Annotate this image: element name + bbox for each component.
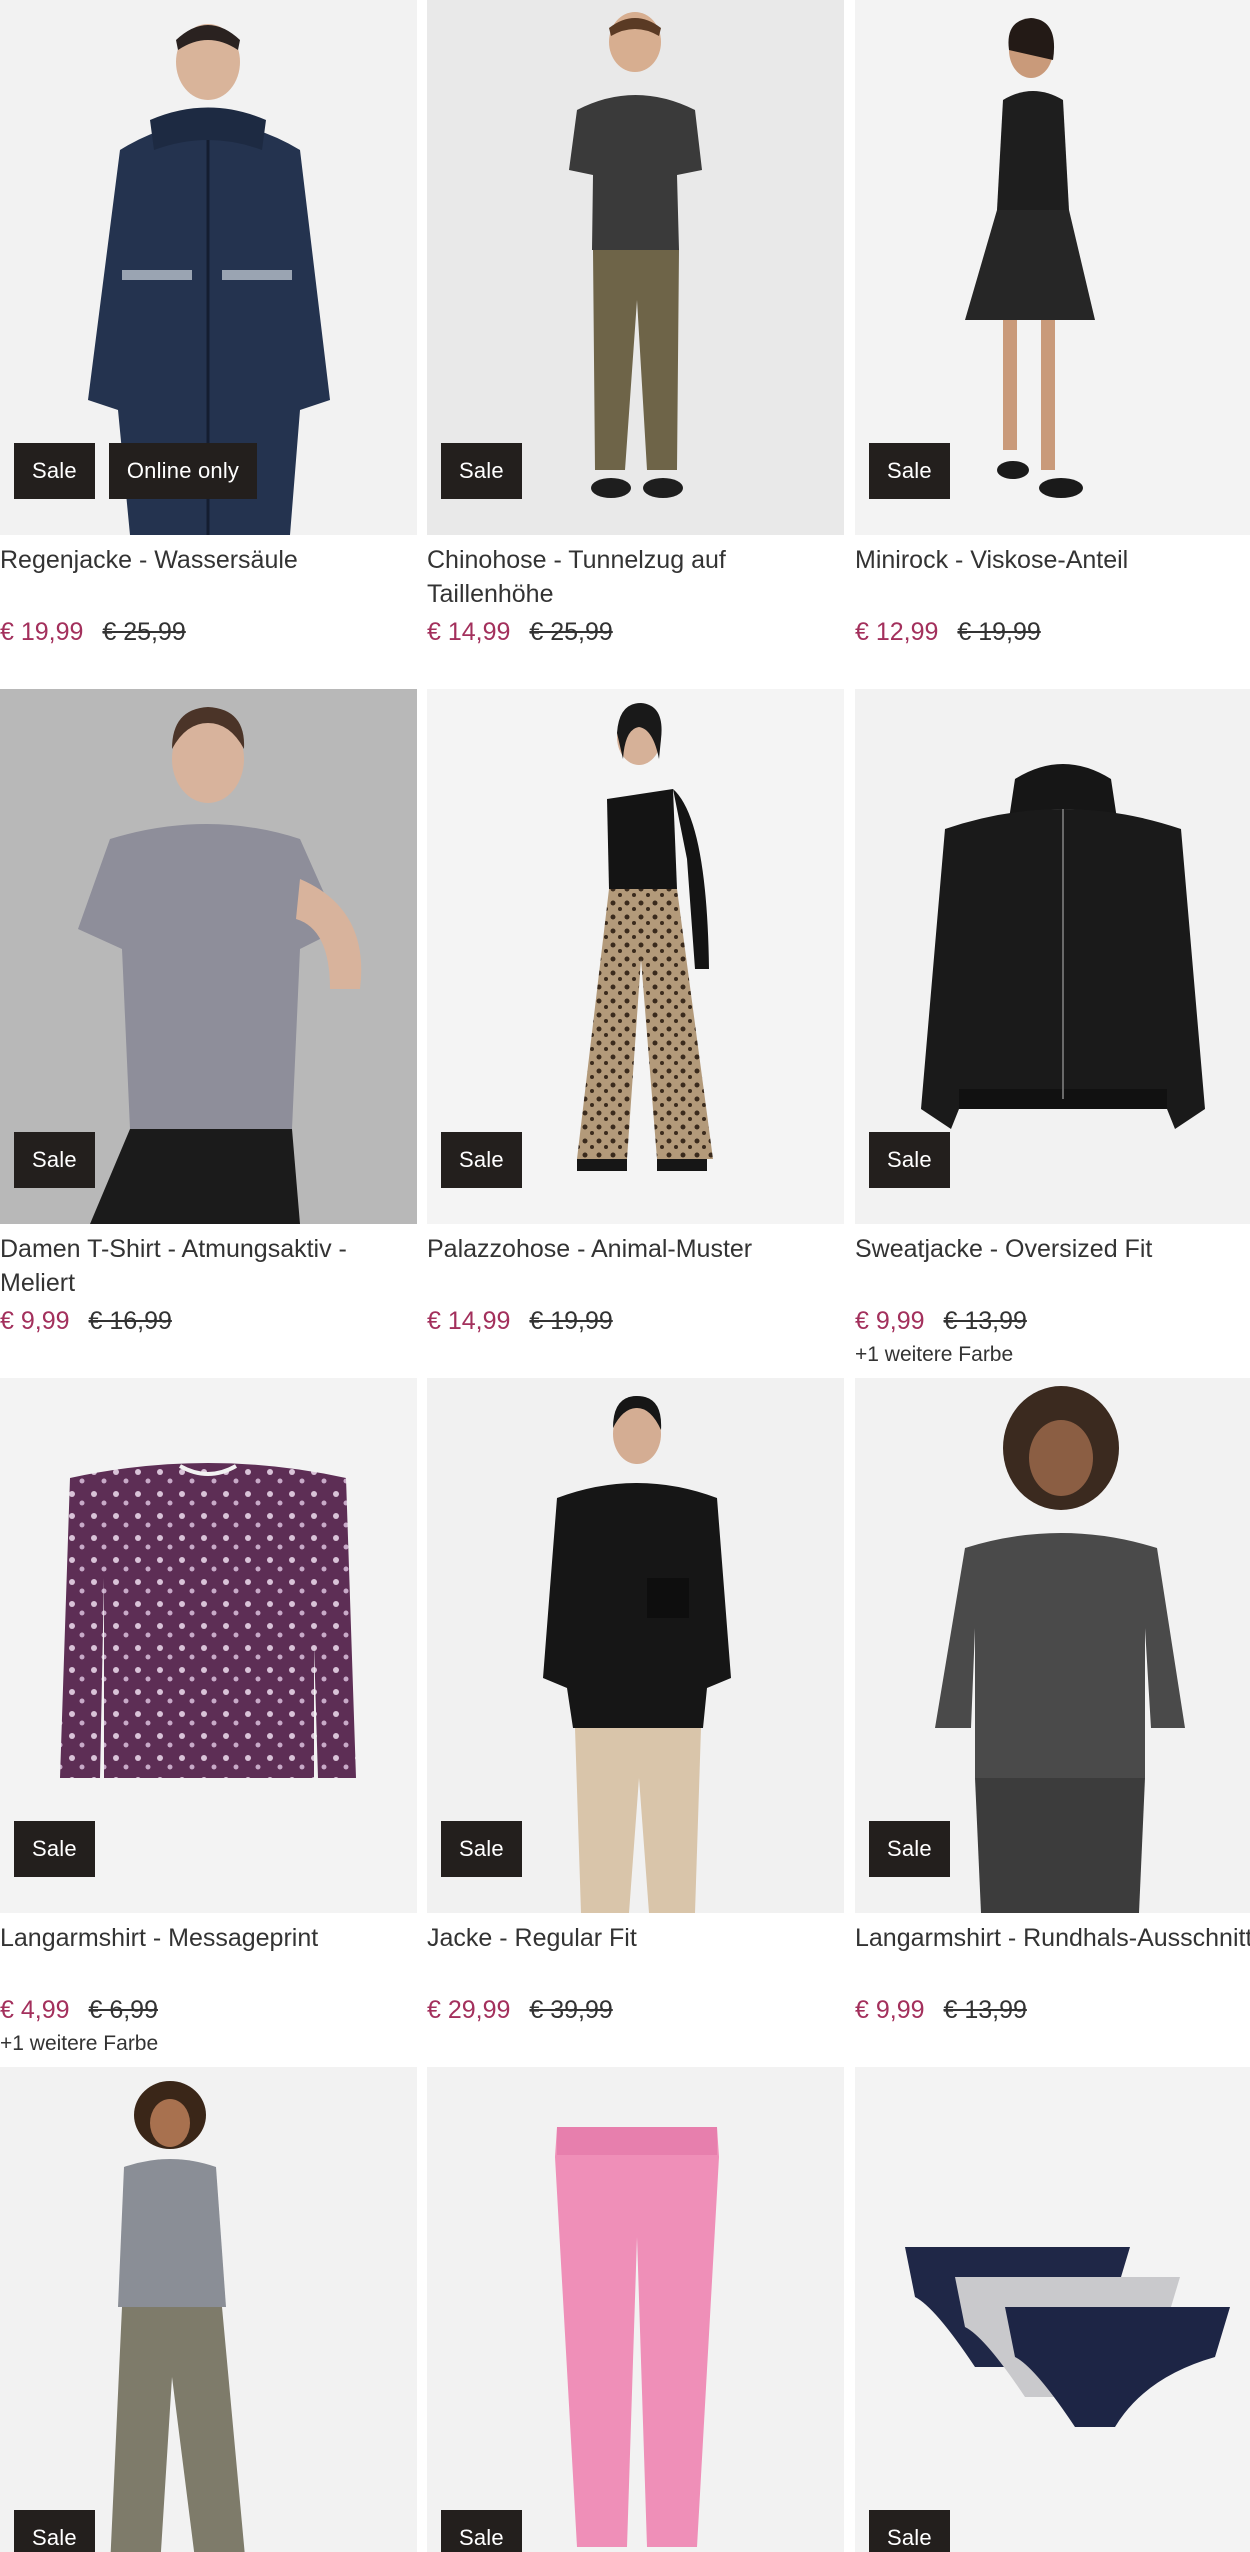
original-price: € 6,99 [88, 1996, 158, 2024]
product-card[interactable]: Sale Minirock - Viskose-Anteil € 12,99 €… [855, 0, 1250, 649]
product-card[interactable]: Sale Sweatjacke - Oversized Fit € 9,99 €… [855, 689, 1250, 1368]
sale-price: € 9,99 [0, 1307, 70, 1335]
price-row: € 19,99 € 25,99 [0, 615, 417, 649]
sale-badge: Sale [441, 2510, 522, 2552]
product-image[interactable]: Sale [0, 2067, 417, 2552]
product-grid: Sale Online only Regenjacke - Wassersäul… [0, 0, 1250, 2552]
price-row: € 9,99 € 13,99 [855, 1304, 1250, 1338]
price-row: € 14,99 € 25,99 [427, 615, 844, 649]
sale-price: € 9,99 [855, 1307, 925, 1335]
badge-group: Sale [441, 1132, 522, 1188]
sale-badge: Sale [869, 1132, 950, 1188]
badge-group: Sale [869, 443, 950, 499]
original-price: € 16,99 [88, 1307, 172, 1335]
sale-price: € 14,99 [427, 618, 511, 646]
product-card[interactable]: Sale [0, 2067, 417, 2552]
badge-group: Sale [869, 1132, 950, 1188]
product-image[interactable]: Sale [427, 0, 844, 535]
price-row: € 29,99 € 39,99 [427, 1993, 844, 2027]
original-price: € 25,99 [102, 618, 186, 646]
badge-group: Sale [869, 1821, 950, 1877]
original-price: € 19,99 [529, 1307, 613, 1335]
sale-price: € 19,99 [0, 618, 84, 646]
more-colors-link[interactable]: +1 weitere Farbe [0, 2031, 417, 2057]
product-image[interactable]: Sale [855, 0, 1250, 535]
more-colors-link[interactable]: +1 weitere Farbe [855, 1342, 1250, 1368]
product-title[interactable]: Palazzohose - Animal-Muster [427, 1232, 844, 1302]
online-only-badge: Online only [108, 443, 258, 499]
product-image[interactable]: Sale [855, 2067, 1250, 2552]
sale-badge: Sale [441, 1132, 522, 1188]
product-title[interactable]: Damen T-Shirt - Atmungsaktiv - Meliert [0, 1232, 417, 1302]
product-title[interactable]: Jacke - Regular Fit [427, 1921, 844, 1991]
sale-badge: Sale [869, 2510, 950, 2552]
sale-price: € 12,99 [855, 618, 939, 646]
sale-price: € 4,99 [0, 1996, 70, 2024]
badge-group: Sale [14, 1821, 95, 1877]
price-row: € 4,99 € 6,99 [0, 1993, 417, 2027]
original-price: € 19,99 [957, 618, 1041, 646]
sale-badge: Sale [14, 443, 95, 499]
badge-group: Sale [14, 2510, 95, 2552]
sale-badge: Sale [869, 1821, 950, 1877]
sale-price: € 9,99 [855, 1996, 925, 2024]
sale-badge: Sale [441, 1821, 522, 1877]
product-title[interactable]: Langarmshirt - Rundhals-Ausschnitt [855, 1921, 1250, 1991]
product-image[interactable]: Sale Online only [0, 0, 417, 535]
product-image[interactable]: Sale [855, 1378, 1250, 1913]
original-price: € 25,99 [529, 618, 613, 646]
product-title[interactable]: Chinohose - Tunnelzug auf Taillenhöhe [427, 543, 844, 613]
sale-badge: Sale [14, 1821, 95, 1877]
sale-badge: Sale [869, 443, 950, 499]
badge-group: Sale [14, 1132, 95, 1188]
product-title[interactable]: Minirock - Viskose-Anteil [855, 543, 1250, 613]
badge-group: Sale [441, 443, 522, 499]
sale-badge: Sale [14, 1132, 95, 1188]
product-card[interactable]: Sale [427, 2067, 844, 2552]
product-image[interactable]: Sale [427, 689, 844, 1224]
original-price: € 13,99 [943, 1996, 1027, 2024]
sale-badge: Sale [14, 2510, 95, 2552]
price-row: € 9,99 € 13,99 [855, 1993, 1250, 2027]
badge-group: Sale [441, 1821, 522, 1877]
sale-price: € 14,99 [427, 1307, 511, 1335]
product-card[interactable]: Sale Chinohose - Tunnelzug auf Taillenhö… [427, 0, 844, 649]
product-card[interactable]: Sale Palazzohose - Animal-Muster € 14,99… [427, 689, 844, 1338]
badge-group: Sale [441, 2510, 522, 2552]
product-title[interactable]: Sweatjacke - Oversized Fit [855, 1232, 1250, 1302]
badge-group: Sale Online only [14, 443, 258, 499]
price-row: € 9,99 € 16,99 [0, 1304, 417, 1338]
badge-group: Sale [869, 2510, 950, 2552]
product-image[interactable]: Sale [427, 1378, 844, 1913]
product-card[interactable]: Sale Langarmshirt - Messageprint € 4,99 … [0, 1378, 417, 2057]
product-title[interactable]: Langarmshirt - Messageprint [0, 1921, 417, 1991]
product-card[interactable]: Sale [855, 2067, 1250, 2552]
price-row: € 12,99 € 19,99 [855, 615, 1250, 649]
pink-leggings-image [427, 2067, 844, 2552]
product-image[interactable]: Sale [855, 689, 1250, 1224]
product-card[interactable]: Sale Jacke - Regular Fit € 29,99 € 39,99 [427, 1378, 844, 2027]
original-price: € 39,99 [529, 1996, 613, 2024]
product-image[interactable]: Sale [0, 689, 417, 1224]
underwear-set-image [855, 2067, 1250, 2552]
sale-price: € 29,99 [427, 1996, 511, 2024]
product-title[interactable]: Regenjacke - Wassersäule [0, 543, 417, 613]
price-row: € 14,99 € 19,99 [427, 1304, 844, 1338]
product-card[interactable]: Sale Langarmshirt - Rundhals-Ausschnitt … [855, 1378, 1250, 2027]
product-image[interactable]: Sale [0, 1378, 417, 1913]
product-image[interactable]: Sale [427, 2067, 844, 2552]
sale-badge: Sale [441, 443, 522, 499]
flared-pants-image [0, 2067, 417, 2552]
product-card[interactable]: Sale Damen T-Shirt - Atmungsaktiv - Meli… [0, 689, 417, 1338]
product-card[interactable]: Sale Online only Regenjacke - Wassersäul… [0, 0, 417, 649]
original-price: € 13,99 [943, 1307, 1027, 1335]
